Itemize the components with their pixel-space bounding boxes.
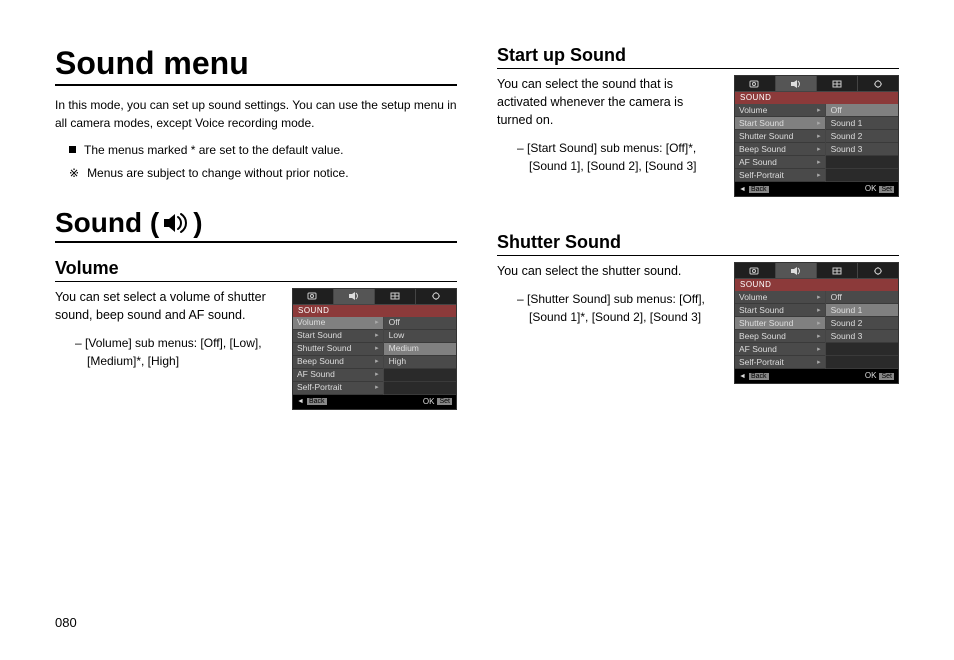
menu-item: Self-Portrait▸ xyxy=(293,382,383,395)
menu-item: AF Sound▸ xyxy=(293,369,383,382)
option-item: Low xyxy=(384,330,456,343)
option-item: Sound 3 xyxy=(826,330,898,343)
option-item: Off xyxy=(384,317,456,330)
back-hint: ◄Back xyxy=(739,186,769,193)
option-item: Sound 2 xyxy=(826,317,898,330)
menu-item: Beep Sound▸ xyxy=(735,330,825,343)
menu-item: Start Sound▸ xyxy=(293,330,383,343)
page-number: 080 xyxy=(55,615,77,630)
option-item: Sound 1 xyxy=(826,117,898,130)
speaker-icon xyxy=(163,212,189,234)
ok-hint: OKSet xyxy=(865,185,894,193)
menu-item: AF Sound▸ xyxy=(735,156,825,169)
menu-item: Start Sound▸ xyxy=(735,117,825,130)
startup-detail: – [Start Sound] sub menus: [Off]*, [Soun… xyxy=(517,139,720,175)
volume-desc: You can set select a volume of shutter s… xyxy=(55,288,278,324)
startup-block: You can select the sound that is activat… xyxy=(497,75,899,197)
sound-section-title: Sound ( ) xyxy=(55,207,457,243)
menu-item: Beep Sound▸ xyxy=(293,356,383,369)
startup-desc: You can select the sound that is activat… xyxy=(497,75,720,129)
volume-lcd: SOUNDVolume▸Start Sound▸Shutter Sound▸Be… xyxy=(292,288,457,410)
menu-item: AF Sound▸ xyxy=(735,343,825,356)
option-item: Sound 1 xyxy=(826,304,898,317)
menu-item: Start Sound▸ xyxy=(735,304,825,317)
title-post: ) xyxy=(193,207,202,239)
menu-item: Volume▸ xyxy=(735,291,825,304)
menu-item: Shutter Sound▸ xyxy=(735,130,825,143)
volume-block: You can set select a volume of shutter s… xyxy=(55,288,457,410)
option-item: Sound 2 xyxy=(826,130,898,143)
menu-item: Self-Portrait▸ xyxy=(735,169,825,182)
option-item: Off xyxy=(826,291,898,304)
volume-heading: Volume xyxy=(55,258,457,282)
ok-hint: OKSet xyxy=(865,372,894,380)
back-hint: ◄Back xyxy=(297,398,327,405)
menu-item: Volume▸ xyxy=(735,104,825,117)
option-item: High xyxy=(384,356,456,369)
asterisk-bullet-icon: ※ xyxy=(69,165,79,182)
lcd-header: SOUND xyxy=(735,279,898,291)
note-change: Menus are subject to change without prio… xyxy=(87,165,348,182)
note-default: The menus marked * are set to the defaul… xyxy=(84,142,343,159)
option-item: Sound 3 xyxy=(826,143,898,156)
square-bullet-icon xyxy=(69,146,76,153)
menu-item: Shutter Sound▸ xyxy=(293,343,383,356)
lcd-header: SOUND xyxy=(735,92,898,104)
shutter-detail: – [Shutter Sound] sub menus: [Off], [Sou… xyxy=(517,290,720,326)
menu-item: Self-Portrait▸ xyxy=(735,356,825,369)
shutter-block: You can select the shutter sound. – [Shu… xyxy=(497,262,899,384)
startup-heading: Start up Sound xyxy=(497,45,899,69)
menu-item: Shutter Sound▸ xyxy=(735,317,825,330)
lcd-header: SOUND xyxy=(293,305,456,317)
option-item: Medium xyxy=(384,343,456,356)
page-title: Sound menu xyxy=(55,45,457,86)
option-item: Off xyxy=(826,104,898,117)
menu-item: Volume▸ xyxy=(293,317,383,330)
ok-hint: OKSet xyxy=(423,398,452,406)
intro-text: In this mode, you can set up sound setti… xyxy=(55,96,457,132)
shutter-lcd: SOUNDVolume▸Start Sound▸Shutter Sound▸Be… xyxy=(734,262,899,384)
notes: The menus marked * are set to the defaul… xyxy=(69,142,457,182)
back-hint: ◄Back xyxy=(739,373,769,380)
shutter-heading: Shutter Sound xyxy=(497,232,899,256)
title-pre: Sound ( xyxy=(55,207,159,239)
menu-item: Beep Sound▸ xyxy=(735,143,825,156)
shutter-desc: You can select the shutter sound. xyxy=(497,262,720,280)
volume-detail: – [Volume] sub menus: [Off], [Low], [Med… xyxy=(75,334,278,370)
startup-lcd: SOUNDVolume▸Start Sound▸Shutter Sound▸Be… xyxy=(734,75,899,197)
